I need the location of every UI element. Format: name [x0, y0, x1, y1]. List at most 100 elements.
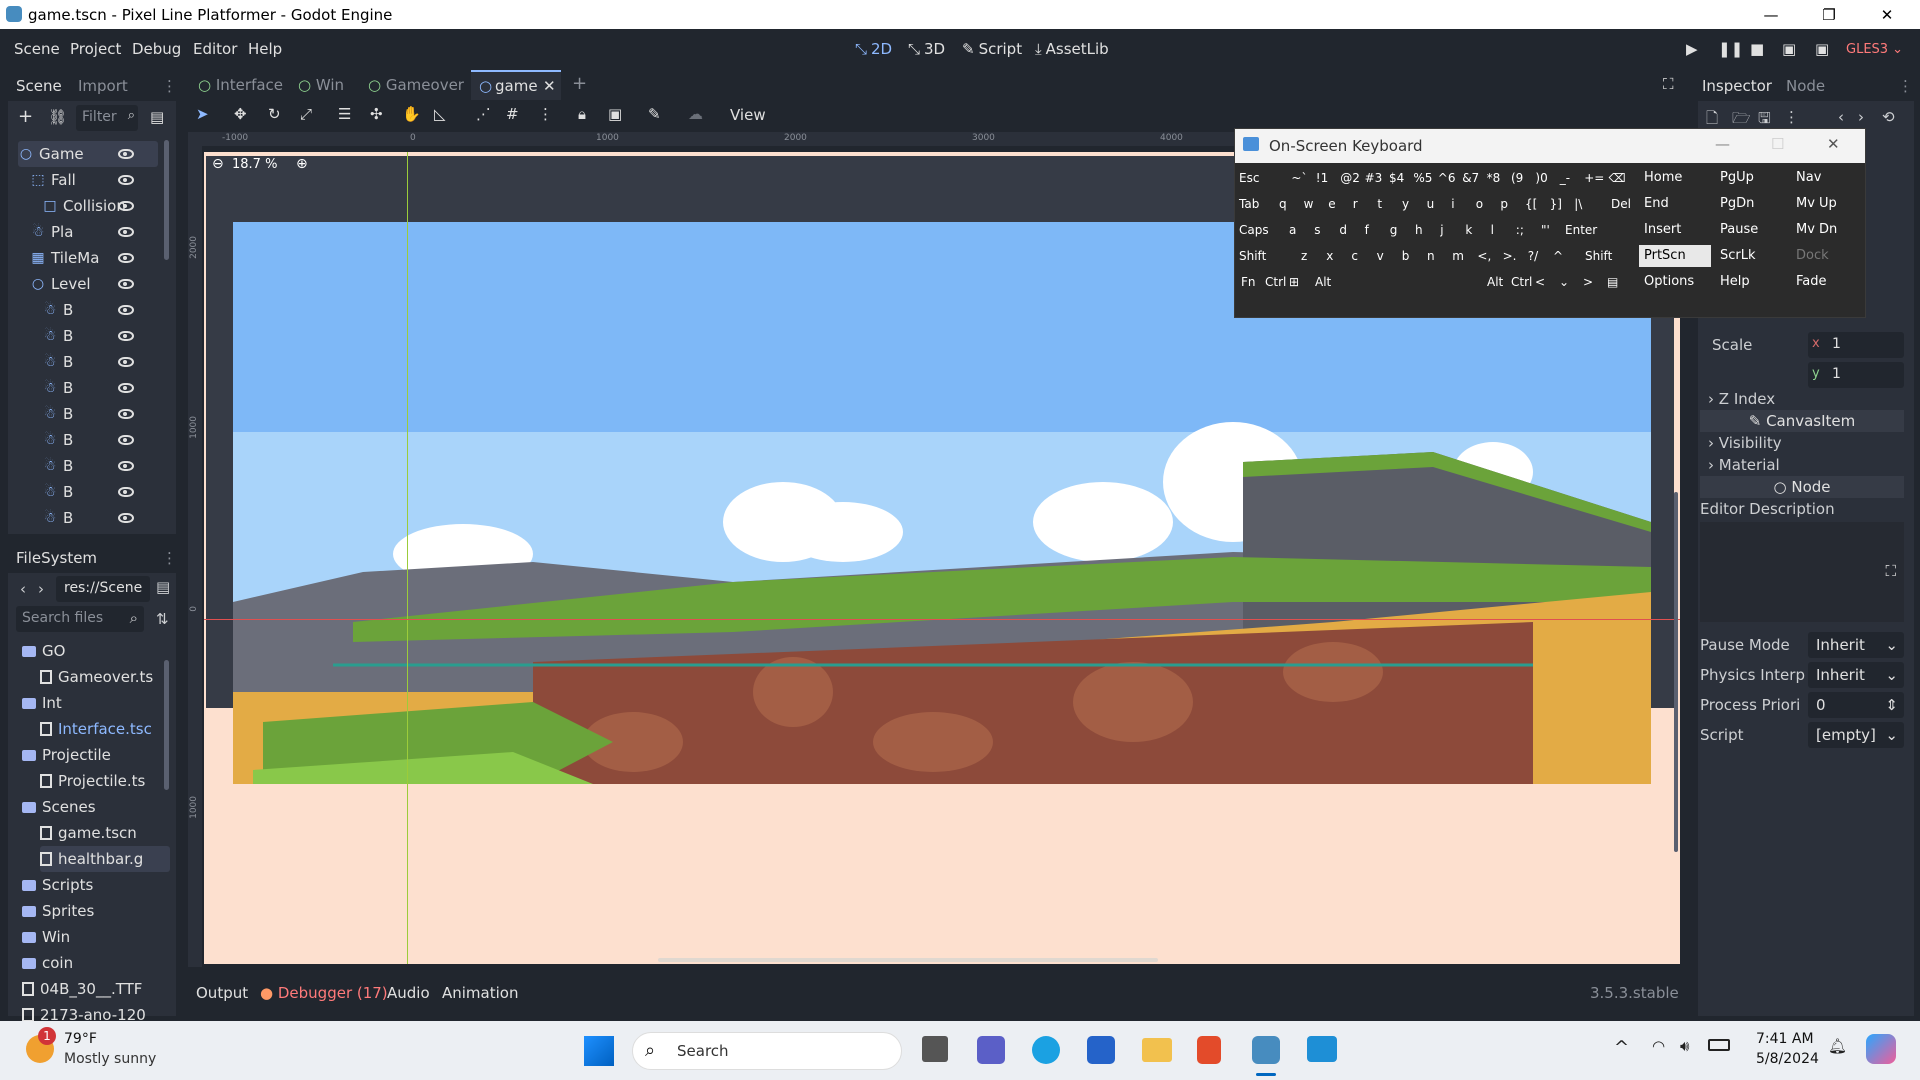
keyboard-key[interactable]: d — [1339, 223, 1347, 237]
visibility-eye-icon[interactable] — [118, 357, 134, 367]
folder-item[interactable]: Win — [22, 924, 70, 950]
add-node-icon[interactable]: + — [18, 106, 33, 127]
keyboard-nav-key[interactable]: Fade — [1791, 271, 1863, 293]
close-tab-icon[interactable]: ✕ — [543, 77, 556, 95]
keyboard-key[interactable]: q — [1279, 197, 1287, 211]
keyboard-key[interactable]: Shift — [1585, 249, 1612, 263]
edge-icon[interactable] — [1032, 1036, 1060, 1064]
tab-gameover[interactable]: ○ Gameover — [368, 76, 464, 94]
keyboard-key[interactable]: ⌫ — [1609, 171, 1626, 185]
keyboard-key[interactable]: ?/ — [1528, 249, 1538, 263]
keyboard-key[interactable]: ▤ — [1607, 275, 1618, 289]
close-button[interactable]: ✕ — [1858, 0, 1916, 29]
keyboard-key[interactable]: z — [1301, 249, 1307, 263]
keyboard-key[interactable]: g — [1390, 223, 1398, 237]
battery-icon[interactable] — [1708, 1039, 1730, 1051]
visibility-eye-icon[interactable] — [118, 253, 134, 263]
scale-y-field[interactable]: y 1 — [1808, 362, 1904, 388]
zoom-level[interactable]: 18.7 % — [232, 157, 277, 172]
keyboard-key[interactable]: )0 — [1535, 171, 1547, 185]
scale-tool-icon[interactable]: ⤢ — [300, 105, 312, 123]
scene-tree-node[interactable]: ☃ B — [42, 323, 158, 349]
keyboard-key[interactable]: u — [1427, 197, 1435, 211]
more-icon[interactable]: ⋮ — [162, 549, 177, 567]
keyboard-key[interactable]: %5 — [1413, 171, 1432, 185]
smart-snap-icon[interactable]: ⋰ — [476, 105, 491, 123]
keyboard-key[interactable]: :; — [1516, 223, 1524, 237]
snap-options-icon[interactable]: ⋮ — [538, 105, 553, 123]
scene-tree-node[interactable]: ☃ B — [42, 453, 158, 479]
new-tab-icon[interactable]: + — [572, 73, 587, 94]
script-select[interactable]: [empty] ⌄ — [1808, 722, 1904, 748]
keyboard-nav-key[interactable]: PgUp — [1715, 167, 1787, 189]
keyboard-nav-key[interactable]: Pause — [1715, 219, 1787, 241]
visibility-eye-icon[interactable] — [118, 513, 134, 523]
copilot-icon[interactable] — [1866, 1034, 1896, 1064]
zoom-in-icon[interactable]: ⊕ — [296, 156, 308, 172]
tab-scene[interactable]: Scene — [16, 77, 62, 95]
keyboard-key[interactable]: |\ — [1574, 197, 1582, 211]
workspace-2d-button[interactable]: ⤡ 2D — [855, 40, 892, 58]
keyboard-key[interactable]: c — [1351, 249, 1358, 263]
visibility-eye-icon[interactable] — [118, 487, 134, 497]
visibility-eye-icon[interactable] — [118, 305, 134, 315]
keyboard-key[interactable]: ⊞ — [1289, 275, 1299, 289]
keyboard-key[interactable]: >. — [1503, 249, 1517, 263]
file-item[interactable]: Projectile.ts — [40, 768, 145, 794]
file-explorer-icon[interactable] — [1142, 1038, 1172, 1062]
scene-tree-node[interactable]: □ Collision — [42, 193, 158, 219]
keyboard-key[interactable]: y — [1402, 197, 1409, 211]
keyboard-key[interactable]: }] — [1550, 197, 1562, 211]
file-item[interactable]: healthbar.g — [40, 846, 170, 872]
keyboard-key[interactable]: f — [1365, 223, 1369, 237]
keyboard-key[interactable]: Ctrl — [1265, 275, 1286, 289]
keyboard-key[interactable]: v — [1377, 249, 1384, 263]
path-field[interactable]: res://Scene — [56, 576, 150, 602]
node-filter-input[interactable]: Filter ⌕ — [76, 105, 138, 131]
volume-icon[interactable]: 🔊︎ — [1680, 1037, 1689, 1055]
file-item[interactable]: 04B_30__.TTF — [22, 976, 142, 1002]
tab-game[interactable]: ○ game ✕ — [471, 70, 561, 100]
grid-snap-icon[interactable]: # — [506, 105, 519, 123]
keyboard-key[interactable]: Alt — [1487, 275, 1503, 289]
scene-tree-node[interactable]: ☃ B — [42, 349, 158, 375]
view-menu[interactable]: View — [730, 106, 766, 124]
keyboard-key[interactable]: (9 — [1511, 171, 1523, 185]
keyboard-key[interactable]: w — [1304, 197, 1314, 211]
folder-item[interactable]: Int — [22, 690, 62, 716]
more-icon[interactable]: ⋮ — [162, 77, 177, 95]
keyboard-key[interactable]: Fn — [1241, 275, 1256, 289]
animation-tab[interactable]: Animation — [442, 984, 518, 1002]
keyboard-key[interactable]: m — [1452, 249, 1464, 263]
keyboard-key[interactable]: b — [1402, 249, 1410, 263]
z-index-section[interactable]: › Z Index — [1708, 390, 1775, 408]
minimize-button[interactable]: — — [1742, 0, 1800, 29]
visibility-eye-icon[interactable] — [118, 383, 134, 393]
visibility-eye-icon[interactable] — [118, 409, 134, 419]
wifi-icon[interactable]: ◠ — [1652, 1037, 1665, 1055]
clock-date[interactable]: 5/8/2024 — [1756, 1051, 1819, 1067]
split-view-icon[interactable]: ▤ — [156, 578, 170, 596]
scene-tree-node[interactable]: ○ Level — [30, 271, 158, 297]
horizontal-scrollbar[interactable] — [658, 958, 1158, 962]
onscreen-keyboard-taskbar-icon[interactable] — [1307, 1036, 1337, 1062]
keyboard-key[interactable]: Shift — [1239, 249, 1266, 263]
keyboard-key[interactable]: h — [1415, 223, 1423, 237]
keyboard-key[interactable]: > — [1583, 275, 1593, 289]
visibility-eye-icon[interactable] — [118, 279, 134, 289]
keyboard-key[interactable]: p — [1500, 197, 1508, 211]
scene-tree-node[interactable]: ☃ B — [42, 375, 158, 401]
more-icon[interactable]: ⋮ — [1784, 108, 1799, 126]
keyboard-key[interactable]: Esc — [1239, 171, 1259, 185]
menu-scene[interactable]: Scene — [14, 40, 60, 58]
keyboard-nav-key[interactable]: Home — [1639, 167, 1711, 189]
visibility-eye-icon[interactable] — [118, 149, 134, 159]
keyboard-key[interactable]: e — [1328, 197, 1335, 211]
more-icon[interactable]: ⋮ — [1898, 77, 1913, 95]
keyboard-key[interactable]: k — [1465, 223, 1472, 237]
keyboard-nav-key[interactable]: Mv Up — [1791, 193, 1863, 215]
keyboard-key[interactable]: Alt — [1315, 275, 1331, 289]
scene-tree-node[interactable]: ☃ B — [42, 427, 158, 453]
keyboard-key[interactable]: < — [1535, 275, 1545, 289]
keyboard-key[interactable]: i — [1451, 197, 1454, 211]
